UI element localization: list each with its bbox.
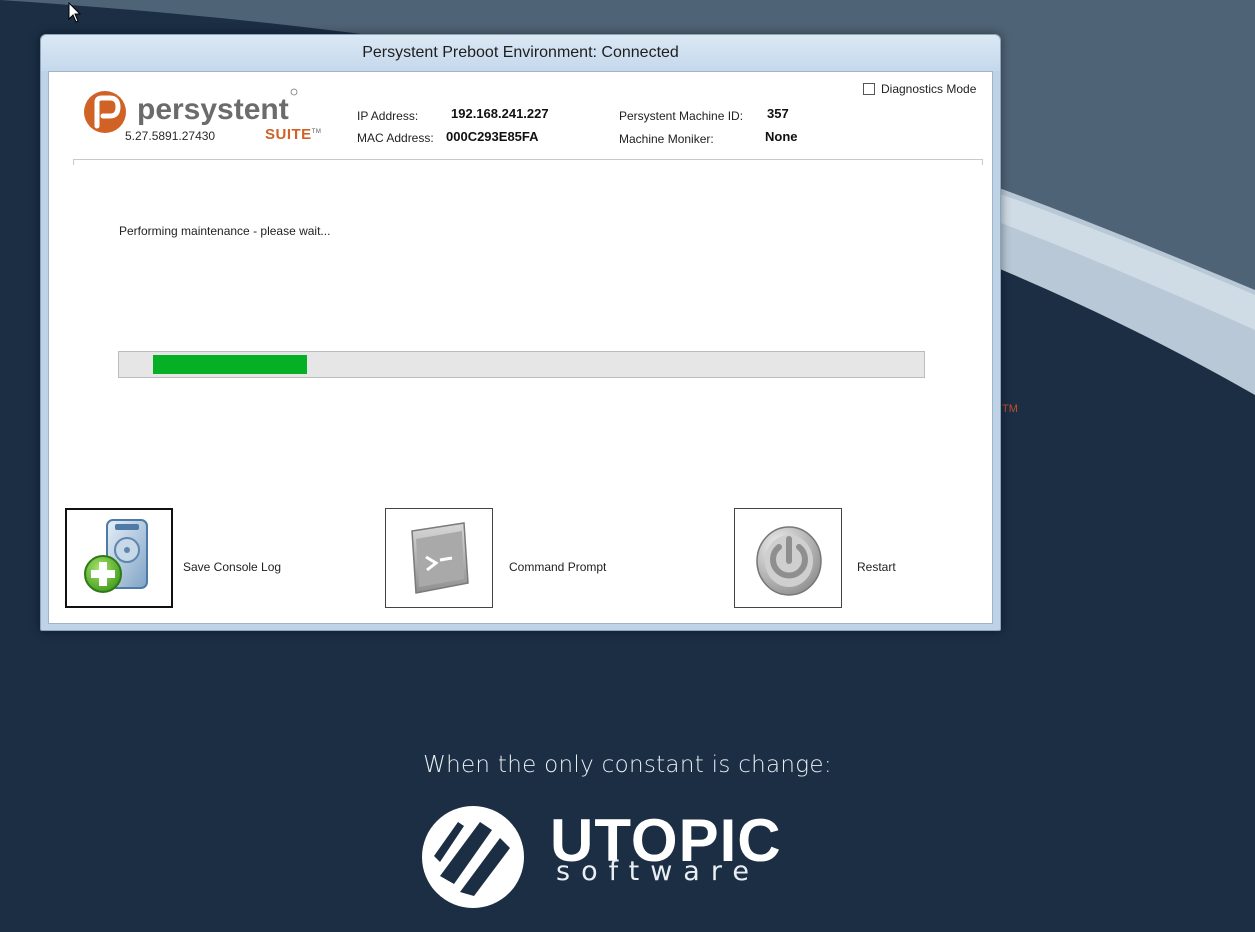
- command-prompt-icon: [411, 522, 469, 594]
- mac-address-label: MAC Address:: [357, 131, 434, 145]
- preboot-dialog: Persystent Preboot Environment: Connecte…: [40, 34, 1001, 631]
- utopic-software-logo-icon: [422, 806, 524, 908]
- window-title: Persystent Preboot Environment: Connecte…: [41, 35, 1000, 71]
- mac-address-value: 000C293E85FA: [446, 129, 539, 144]
- progress-fill: [153, 355, 307, 374]
- maintenance-progress-bar: [118, 351, 925, 378]
- logo-wordmark: persystent: [137, 93, 289, 126]
- desktop-tagline: When the only constant is change:: [423, 752, 832, 778]
- command-prompt-button[interactable]: [385, 508, 493, 608]
- divider-left-tick: [73, 159, 74, 165]
- status-message: Performing maintenance - please wait...: [119, 224, 331, 238]
- desktop-trademark: TM: [1002, 403, 1018, 415]
- version-number: 5.27.5891.27430: [125, 129, 216, 143]
- power-icon: [756, 526, 822, 596]
- restart-label: Restart: [857, 560, 896, 574]
- save-console-log-button[interactable]: [65, 508, 173, 608]
- dialog-client-area: persystent 5.27.5891.27430 SUITETM IP Ad…: [48, 71, 993, 624]
- mouse-cursor-icon: [68, 2, 82, 23]
- machine-id-value: 357: [767, 106, 789, 121]
- diagnostics-mode-checkbox[interactable]: Diagnostics Mode: [863, 81, 976, 97]
- diagnostics-label: Diagnostics Mode: [881, 82, 977, 96]
- machine-moniker-label: Machine Moniker:: [619, 132, 714, 146]
- save-log-icon: [84, 519, 148, 593]
- diagnostics-checkbox-box[interactable]: [863, 83, 875, 95]
- logo-suite: SUITETM: [265, 126, 322, 143]
- command-prompt-label: Command Prompt: [509, 560, 607, 574]
- utopic-subtitle: software: [556, 856, 760, 887]
- ip-address-value: 192.168.241.227: [451, 106, 549, 121]
- machine-moniker-value: None: [765, 129, 798, 144]
- machine-id-label: Persystent Machine ID:: [619, 109, 744, 123]
- divider-right-tick: [982, 159, 983, 165]
- restart-button[interactable]: [734, 508, 842, 608]
- header-divider: [73, 159, 983, 160]
- save-console-log-label: Save Console Log: [183, 560, 282, 574]
- ip-address-label: IP Address:: [357, 109, 419, 123]
